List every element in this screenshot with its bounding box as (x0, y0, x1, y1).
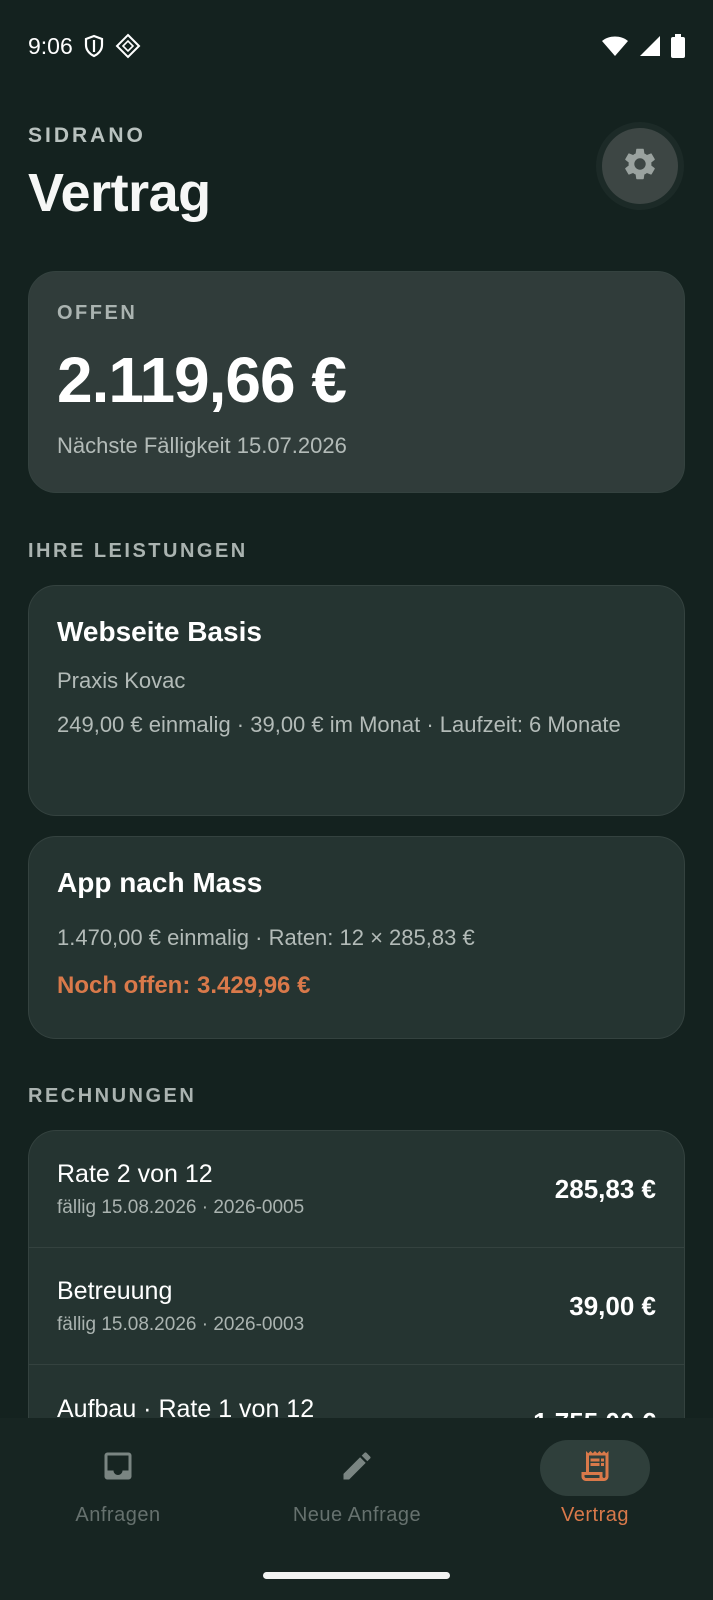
invoice-sub: fällig 15.08.2026 · 2026-0003 (57, 1313, 305, 1335)
service-client: Praxis Kovac (57, 668, 186, 693)
service-title: App nach Mass (57, 867, 263, 898)
next-due-date: Nächste Fälligkeit 15.07.2026 (57, 433, 347, 458)
invoice-list: Rate 2 von 12 fällig 15.08.2026 · 2026-0… (28, 1130, 685, 1430)
invoices-section-label: RECHNUNGEN (28, 1085, 197, 1107)
open-label: OFFEN (57, 302, 138, 324)
shield-icon (83, 34, 105, 58)
nav-label: Vertrag (561, 1504, 629, 1526)
settings-button[interactable] (596, 122, 684, 210)
service-meta: 249,00 € einmalig · 39,00 € im Monat · L… (57, 712, 621, 737)
battery-icon (671, 34, 685, 58)
invoice-sub: fällig 15.08.2026 · 2026-0005 (57, 1196, 305, 1218)
service-card-app[interactable]: App nach Mass 1.470,00 € einmalig · Rate… (28, 836, 685, 1039)
service-card-webseite[interactable]: Webseite Basis Praxis Kovac 249,00 € ein… (28, 585, 685, 816)
invoice-amount: 39,00 € (569, 1290, 656, 1321)
nav-label: Neue Anfrage (292, 1504, 422, 1526)
inbox-icon (100, 1448, 136, 1489)
nav-item-neue-anfrage[interactable]: Neue Anfrage (257, 1440, 457, 1527)
nav-label: Anfragen (75, 1504, 161, 1526)
invoice-row[interactable]: Betreuung fällig 15.08.2026 · 2026-0003 … (29, 1248, 684, 1365)
status-time: 9:06 (28, 32, 73, 59)
invoice-row[interactable]: Rate 2 von 12 fällig 15.08.2026 · 2026-0… (29, 1131, 684, 1248)
gear-icon (621, 145, 659, 188)
service-outstanding: Noch offen: 3.429,96 € (57, 972, 311, 999)
invoice-title: Rate 2 von 12 (57, 1159, 213, 1188)
status-bar: 9:06 (0, 0, 713, 92)
signal-icon (639, 35, 661, 57)
services-section-label: IHRE LEISTUNGEN (28, 540, 248, 562)
invoice-title: Betreuung (57, 1276, 173, 1305)
invoice-amount: 285,83 € (554, 1173, 656, 1204)
open-balance-card: OFFEN 2.119,66 € Nächste Fälligkeit 15.0… (28, 271, 685, 493)
home-indicator[interactable] (263, 1572, 450, 1579)
service-title: Webseite Basis (57, 616, 262, 647)
pencil-icon (339, 1448, 375, 1489)
receipt-icon (577, 1448, 613, 1489)
brand-label: SIDRANO (28, 124, 146, 147)
open-amount: 2.119,66 € (57, 344, 347, 416)
page-title: Vertrag (28, 163, 211, 223)
diamond-icon (115, 33, 141, 59)
nav-item-vertrag[interactable]: Vertrag (495, 1440, 695, 1527)
service-meta: 1.470,00 € einmalig · Raten: 12 × 285,83… (57, 925, 475, 950)
settings-button-inner[interactable] (602, 128, 678, 204)
nav-item-anfragen[interactable]: Anfragen (18, 1440, 218, 1527)
wifi-icon (601, 35, 629, 57)
